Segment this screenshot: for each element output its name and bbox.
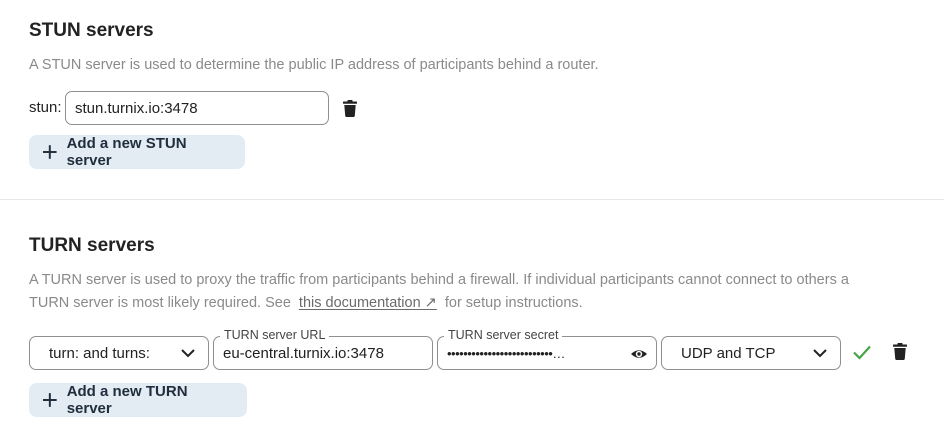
plus-icon [43,145,57,159]
turn-description-pre: TURN server is most likely required. See [29,295,291,311]
stun-prefix-label: stun: [29,99,62,116]
plus-icon [43,393,57,407]
documentation-link[interactable]: this documentation ↗ [299,295,437,311]
stun-section-title: STUN servers [29,20,154,41]
turn-secret-field[interactable]: TURN server secret •••••••••••••••••••••… [437,328,657,370]
chevron-down-icon [813,349,827,358]
delete-turn-server-button[interactable] [888,339,912,363]
turn-url-field[interactable]: TURN server URL eu-central.turnix.io:347… [213,328,433,370]
turn-section-title: TURN servers [29,235,155,256]
add-turn-server-label: Add a new TURN server [66,383,188,417]
checkmark-icon [853,345,871,360]
delete-stun-server-button[interactable] [338,96,362,120]
stun-section: STUN servers A STUN server is used to de… [0,0,944,199]
turn-url-value: eu-central.turnix.io:3478 [223,345,384,362]
turn-protocol-value: UDP and TCP [681,344,776,362]
stun-server-input[interactable] [65,91,329,125]
turn-description: A TURN server is used to proxy the traff… [29,269,909,315]
turn-url-legend: TURN server URL [220,328,330,342]
trash-icon [343,99,357,117]
turn-secret-legend: TURN server secret [444,328,563,342]
eye-icon[interactable] [630,345,648,363]
turn-secret-value: ••••••••••••••••••••••••••… [447,346,565,361]
trash-icon [893,342,907,360]
turn-description-line2: TURN server is most likely required. See… [29,292,909,315]
turn-protocol-select[interactable]: UDP and TCP [661,336,841,370]
add-turn-server-button[interactable]: Add a new TURN server [29,383,247,417]
turn-scheme-value: turn: and turns: [49,344,150,362]
turn-section: TURN servers A TURN server is used to pr… [0,200,944,441]
add-stun-server-label: Add a new STUN server [66,135,187,169]
turn-description-line1: A TURN server is used to proxy the traff… [29,272,849,288]
stun-description: A STUN server is used to determine the p… [29,57,599,73]
turn-description-post: for setup instructions. [444,295,583,311]
chevron-down-icon [181,349,195,358]
turn-scheme-select[interactable]: turn: and turns: [29,336,209,370]
add-stun-server-button[interactable]: Add a new STUN server [29,135,245,169]
confirm-turn-server-button[interactable] [850,340,874,364]
